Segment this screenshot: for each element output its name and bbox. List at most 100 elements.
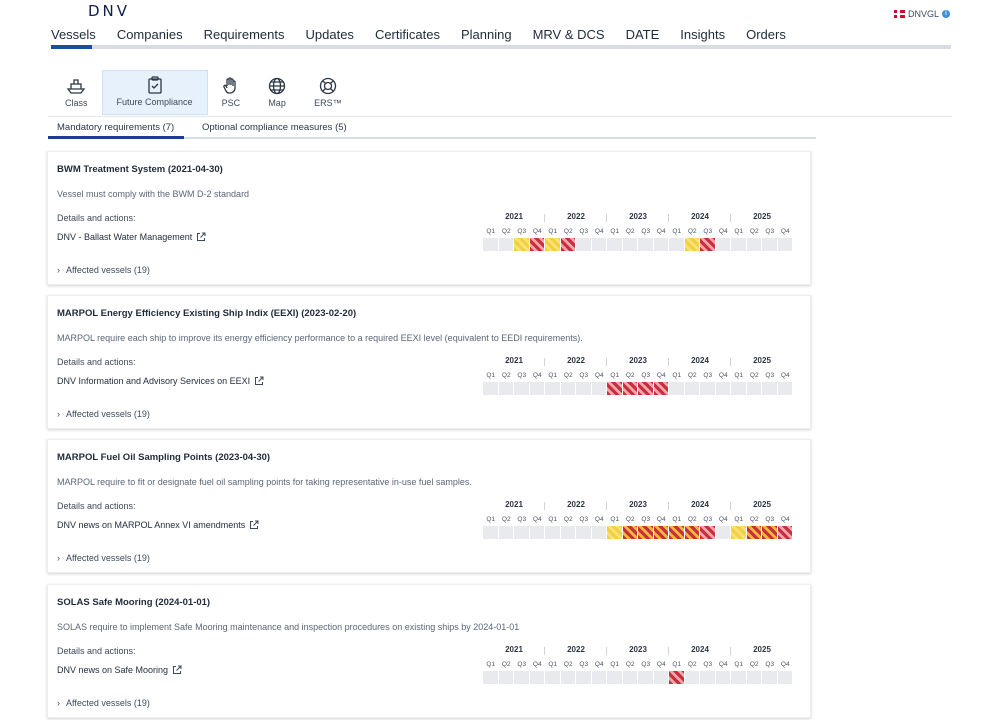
- globe-icon: [268, 77, 286, 95]
- timeline-quarter-cell: [715, 382, 730, 395]
- timeline-quarter-cell: [638, 526, 653, 539]
- timeline-quarter-cell: [529, 382, 544, 395]
- timeline-quarter-label: Q1: [610, 516, 620, 523]
- external-link-icon[interactable]: [254, 376, 264, 386]
- timeline-quarter-cell: [483, 526, 498, 539]
- chevron-right-icon[interactable]: ›: [57, 409, 60, 419]
- requirement-link-text[interactable]: DNV - Ballast Water Management: [57, 232, 192, 242]
- timeline-quarter-label: Q3: [765, 661, 775, 668]
- timeline-quarter-cell: [560, 671, 575, 684]
- tab-mandatory-requirements[interactable]: Mandatory requirements (7): [57, 122, 174, 133]
- timeline-quarter-cell: [638, 238, 653, 251]
- timeline-quarter-label: Q3: [517, 228, 527, 235]
- timeline-quarter-label: Q4: [532, 516, 542, 523]
- nav-companies[interactable]: Companies: [117, 27, 183, 47]
- external-link-icon[interactable]: [172, 665, 182, 675]
- timeline-quarter-label: Q4: [594, 372, 604, 379]
- requirement-link-text[interactable]: DNV news on MARPOL Annex VI amendments: [57, 520, 245, 530]
- nav-planning[interactable]: Planning: [461, 27, 512, 47]
- timeline-quarter-cell: [591, 671, 606, 684]
- timeline-quarter-label: Q2: [563, 516, 573, 523]
- timeline-quarter-cell: [715, 238, 730, 251]
- requirement-link[interactable]: DNV news on Safe Mooring: [57, 665, 182, 675]
- requirement-link[interactable]: DNV - Ballast Water Management: [57, 232, 206, 242]
- timeline-year-label: 2022: [567, 356, 585, 365]
- nav-updates[interactable]: Updates: [306, 27, 354, 47]
- nav-insights[interactable]: Insights: [680, 27, 725, 47]
- affected-vessels-toggle[interactable]: › Affected vessels (19): [57, 265, 150, 275]
- timeline-quarter-cell: [669, 382, 684, 395]
- timeline-quarter-cell: [483, 238, 498, 251]
- subnav-future-compliance-label: Future Compliance: [116, 97, 193, 107]
- timeline-quarter-label: Q4: [532, 372, 542, 379]
- affected-vessels-toggle[interactable]: › Affected vessels (19): [57, 553, 150, 563]
- affected-vessels-toggle[interactable]: › Affected vessels (19): [57, 409, 150, 419]
- timeline-quarter-label: Q2: [501, 228, 511, 235]
- subnav-class[interactable]: Class: [51, 70, 102, 115]
- external-link-icon[interactable]: [196, 232, 206, 242]
- timeline-quarter-cell: [483, 671, 498, 684]
- timeline-quarter-label: Q4: [718, 661, 728, 668]
- timeline-year-divider: [544, 502, 545, 510]
- timeline-quarter-label: Q3: [579, 661, 589, 668]
- affected-vessels-label: Affected vessels (19): [66, 698, 150, 708]
- tab-optional-compliance-measures[interactable]: Optional compliance measures (5): [202, 122, 347, 133]
- affected-vessels-toggle[interactable]: › Affected vessels (19): [57, 698, 150, 708]
- timeline-quarter-label: Q1: [610, 228, 620, 235]
- timeline-year-label: 2025: [753, 356, 771, 365]
- nav-vessels[interactable]: Vessels: [51, 27, 96, 47]
- requirement-link[interactable]: DNV news on MARPOL Annex VI amendments: [57, 520, 259, 530]
- requirement-card-bwm: BWM Treatment System (2021-04-30) Vessel…: [47, 151, 811, 285]
- external-link-icon[interactable]: [249, 520, 259, 530]
- timeline-quarter-label: Q2: [749, 372, 759, 379]
- requirement-link[interactable]: DNV Information and Advisory Services on…: [57, 376, 264, 386]
- timeline-year-divider: [544, 358, 545, 366]
- nav-certificates[interactable]: Certificates: [375, 27, 440, 47]
- timeline-quarter-cell: [591, 526, 606, 539]
- ship-icon: [66, 79, 86, 94]
- chevron-right-icon[interactable]: ›: [57, 265, 60, 275]
- requirement-link-text[interactable]: DNV news on Safe Mooring: [57, 665, 168, 675]
- timeline-quarter-label: Q4: [532, 228, 542, 235]
- nav-date[interactable]: DATE: [626, 27, 660, 47]
- timeline-quarter-cell: [607, 671, 622, 684]
- details-label: Details and actions:: [57, 357, 136, 367]
- requirement-link-text[interactable]: DNV Information and Advisory Services on…: [57, 376, 250, 386]
- timeline-year-divider: [606, 358, 607, 366]
- subnav-map[interactable]: Map: [254, 70, 300, 115]
- timeline-quarter-label: Q3: [765, 372, 775, 379]
- timeline-quarter-label: Q4: [656, 661, 666, 668]
- info-icon[interactable]: i: [942, 10, 950, 18]
- timeline-quarter-cell: [514, 382, 529, 395]
- chevron-right-icon[interactable]: ›: [57, 698, 60, 708]
- timeline-quarter-cell: [591, 382, 606, 395]
- timeline-year-label: 2022: [567, 212, 585, 221]
- requirement-description: MARPOL require to fit or designate fuel …: [57, 477, 472, 487]
- subnav-ers[interactable]: ERS™: [300, 70, 356, 115]
- user-menu[interactable]: DNVGL i: [893, 9, 950, 19]
- timeline-quarter-label: Q1: [610, 661, 620, 668]
- timeline-quarter-cell: [777, 526, 792, 539]
- timeline-quarter-label: Q2: [625, 661, 635, 668]
- timeline-year-label: 2023: [629, 500, 647, 509]
- timeline-quarter-cell: [684, 382, 699, 395]
- nav-orders[interactable]: Orders: [746, 27, 786, 47]
- subnav-psc[interactable]: PSC: [208, 70, 255, 115]
- timeline-year-label: 2022: [567, 645, 585, 654]
- timeline-quarter-cell: [498, 382, 513, 395]
- subnav-future-compliance[interactable]: Future Compliance: [101, 70, 208, 115]
- timeline-quarter-cell: [653, 671, 668, 684]
- requirement-tabs: Mandatory requirements (7) Optional comp…: [48, 116, 952, 138]
- timeline-year-label: 2023: [629, 645, 647, 654]
- nav-requirements[interactable]: Requirements: [204, 27, 285, 47]
- timeline-quarter-cell: [700, 671, 715, 684]
- timeline-quarter-label: Q2: [687, 228, 697, 235]
- timeline-year-divider: [730, 214, 731, 222]
- timeline-quarter-label: Q3: [765, 516, 775, 523]
- timeline-year-label: 2025: [753, 212, 771, 221]
- timeline-quarter-cell: [715, 671, 730, 684]
- chevron-right-icon[interactable]: ›: [57, 553, 60, 563]
- timeline-quarter-cell: [576, 671, 591, 684]
- timeline-quarter-cell: [607, 238, 622, 251]
- nav-mrv-dcs[interactable]: MRV & DCS: [533, 27, 605, 47]
